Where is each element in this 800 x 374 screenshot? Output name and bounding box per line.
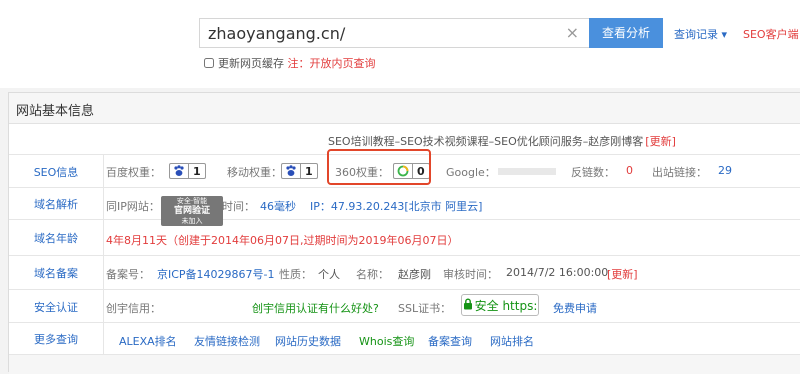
- age-label[interactable]: 域名年龄: [9, 220, 104, 256]
- badge-line-1: 安全·智能: [176, 197, 208, 205]
- icp-query-link[interactable]: 备案查询: [428, 333, 472, 349]
- clear-icon[interactable]: ×: [566, 24, 579, 42]
- baidu-weight-badge[interactable]: 1: [169, 163, 206, 179]
- top-bar: × 查看分析 查询记录 ▾ SEO客户端 更新网页缓存 注：开放内页查询: [0, 0, 800, 88]
- panel-title: 网站基本信息: [16, 104, 95, 119]
- chuangyu-benefits-link[interactable]: 创宇信用认证有什么好处?: [252, 300, 379, 316]
- baidu-weight-label: 百度权重：: [106, 166, 161, 179]
- seo-client-link[interactable]: SEO客户端: [743, 26, 799, 42]
- icp-label[interactable]: 域名备案: [9, 256, 104, 290]
- site-title: SEO培训教程–SEO技术视频课程–SEO优化顾问服务–赵彦刚博客 [更新]: [328, 133, 676, 149]
- history-link[interactable]: 查询记录 ▾: [674, 26, 727, 42]
- cache-checkbox[interactable]: [204, 58, 214, 68]
- icp-number-value[interactable]: 京ICP备14029867号-1: [157, 266, 275, 282]
- site-title-text: SEO培训教程–SEO技术视频课程–SEO优化顾问服务–赵彦刚博客: [328, 135, 644, 148]
- mobile-weight-badge[interactable]: 1: [281, 163, 318, 179]
- badge-line-3: 未加入: [181, 217, 203, 225]
- baidu-weight-value: 1: [188, 164, 205, 178]
- more-label[interactable]: 更多查询: [9, 323, 104, 355]
- ip-value[interactable]: IP：47.93.20.243[北京市 阿里云]: [310, 198, 482, 214]
- security-label[interactable]: 安全认证: [9, 290, 104, 323]
- ssl-badge-text: 安全 https:: [474, 298, 538, 313]
- history-label: 查询记录: [674, 28, 718, 41]
- chevron-down-icon: ▾: [721, 28, 728, 41]
- google-label: Google：: [446, 166, 496, 179]
- badge-line-2: 官网验证: [173, 206, 210, 216]
- backlinks-label: 反链数：: [571, 166, 615, 179]
- icp-type-value: 个人: [318, 268, 340, 281]
- friend-link-check-link[interactable]: 友情链接检测: [194, 333, 260, 349]
- ssl-badge[interactable]: 安全 https:: [461, 294, 539, 316]
- panel-header: 网站基本信息: [9, 93, 800, 124]
- backlinks-value[interactable]: 0: [626, 164, 633, 177]
- icp-type-label: 性质：: [279, 268, 312, 281]
- icp-name-value: 赵彦刚: [398, 268, 431, 281]
- paw-icon: [170, 164, 188, 178]
- outlinks-value[interactable]: 29: [718, 164, 732, 177]
- search-box: ×: [199, 18, 589, 48]
- response-time-value: 46毫秒: [260, 200, 296, 213]
- google-pr-bar: [498, 168, 556, 175]
- icp-number-label: 备案号：: [106, 268, 150, 281]
- bottom-row: [9, 354, 800, 374]
- icp-update-link[interactable]: [更新]: [607, 266, 638, 282]
- site-title-update-link[interactable]: [更新]: [645, 135, 676, 148]
- alexa-rank-link[interactable]: ALEXA排名: [119, 333, 177, 349]
- cache-option[interactable]: 更新网页缓存 注：开放内页查询: [204, 55, 376, 71]
- chuangyu-verify-badge[interactable]: 安全·智能 官网验证 未加入: [161, 196, 223, 226]
- search-input[interactable]: [208, 19, 548, 47]
- age-value: 4年8月11天（创建于2014年06月07日,过期时间为2019年06月07日）: [106, 234, 459, 247]
- outlinks-label: 出站链接：: [652, 166, 707, 179]
- ssl-label: SSL证书：: [398, 302, 452, 315]
- chuangyu-credit-label: 创宇信用：: [106, 302, 161, 315]
- mobile-weight-label: 移动权重：: [227, 166, 282, 179]
- paw-icon: [282, 164, 300, 178]
- icp-name-label: 名称：: [356, 268, 389, 281]
- icp-time-value: 2014/7/2 16:00:00: [506, 266, 609, 279]
- analyze-button[interactable]: 查看分析: [589, 18, 663, 48]
- lock-icon: [463, 298, 473, 313]
- cache-note: 注：开放内页查询: [287, 57, 376, 70]
- highlight-box: [327, 149, 431, 185]
- ssl-apply-link[interactable]: 免费申请: [553, 300, 597, 316]
- domain-label[interactable]: 域名解析: [9, 188, 104, 220]
- same-ip-label: 同IP网站：: [106, 200, 160, 213]
- icp-time-label: 审核时间：: [443, 268, 498, 281]
- site-rank-link[interactable]: 网站排名: [490, 333, 534, 349]
- mobile-weight-value: 1: [300, 164, 317, 178]
- whois-link[interactable]: Whois查询: [359, 333, 414, 349]
- cache-label: 更新网页缓存: [218, 57, 284, 70]
- history-data-link[interactable]: 网站历史数据: [275, 333, 341, 349]
- seo-label[interactable]: SEO信息: [9, 155, 104, 188]
- site-info-panel: 网站基本信息 SEO培训教程–SEO技术视频课程–SEO优化顾问服务–赵彦刚博客…: [8, 92, 800, 374]
